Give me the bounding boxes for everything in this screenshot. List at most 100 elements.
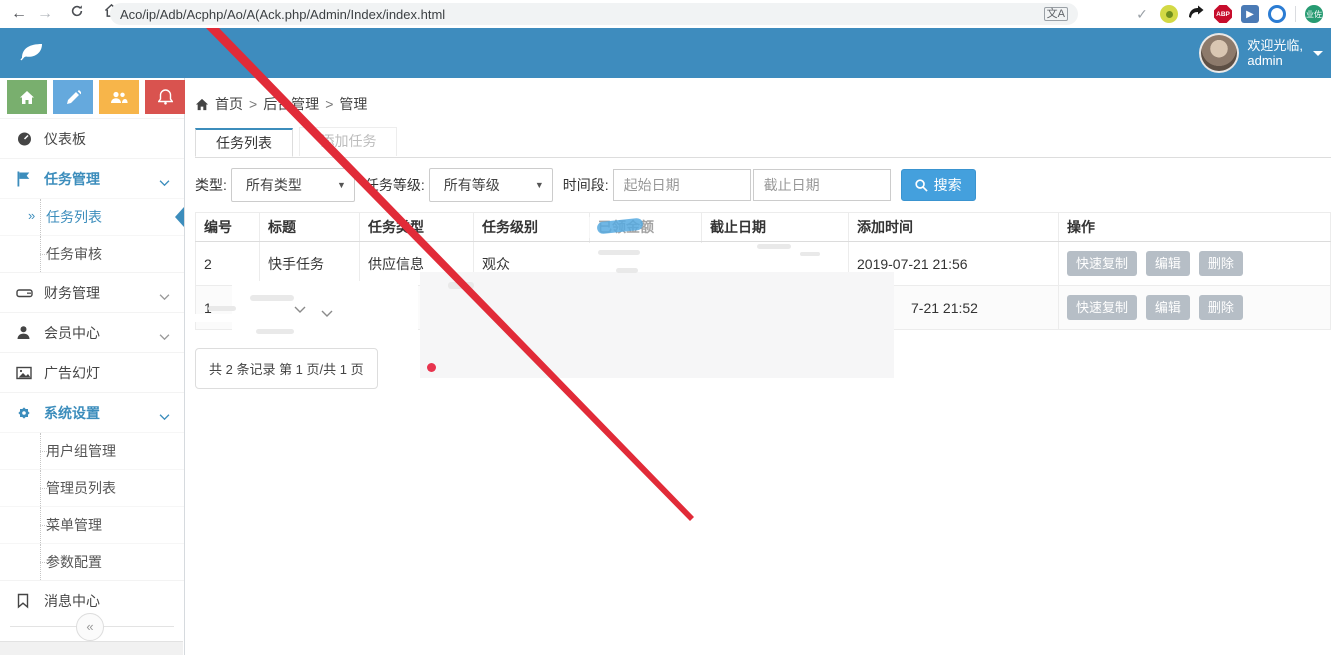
col-header-added: 添加时间 <box>849 213 1059 242</box>
col-header-id: 编号 <box>196 213 260 242</box>
translate-icon[interactable]: 文A <box>1044 7 1068 21</box>
browser-chrome: ← → Aco/ip/Adb/Acphp/Ao/A(Ack.php/Admin/… <box>0 0 1331 28</box>
censor-smudge <box>256 329 294 334</box>
check-extension-icon[interactable]: ✓ <box>1133 5 1151 23</box>
sidebar-item-label: 消息中心 <box>44 591 100 611</box>
sidebar-item-task-list[interactable]: 任务列表 <box>0 198 184 235</box>
cell-id: 2 <box>196 242 260 286</box>
tab-task-list[interactable]: 任务列表 <box>195 128 293 157</box>
censor-smudge <box>448 282 474 289</box>
forward-icon[interactable]: → <box>32 0 58 28</box>
annotation-red-dot <box>427 363 436 372</box>
edit-quick-button[interactable] <box>53 80 93 114</box>
cell-ops: 快速复制 编辑 删除 <box>1059 242 1331 286</box>
censor-patch <box>194 314 236 322</box>
sidebar-item-member-center[interactable]: 会员中心 <box>0 312 184 352</box>
type-select[interactable]: 所有类型 ▼ <box>231 168 355 202</box>
tab-add-task[interactable]: 添加任务 <box>299 127 397 156</box>
censor-smudge <box>208 306 236 311</box>
delete-button[interactable]: 删除 <box>1199 251 1243 276</box>
breadcrumb-home[interactable]: 首页 <box>215 94 243 114</box>
url-bar[interactable]: Aco/ip/Adb/Acphp/Ao/A(Ack.php/Admin/Inde… <box>110 3 1078 25</box>
breadcrumb-level2: 管理 <box>339 94 367 114</box>
avatar[interactable] <box>1199 33 1239 73</box>
bell-icon <box>158 89 173 105</box>
extensions-row: ✓ ABP ▶ 业佐 <box>1133 0 1323 28</box>
curved-arrow-extension-icon[interactable] <box>1187 4 1205 25</box>
censor-smudge <box>757 244 791 249</box>
sidebar-item-label: 广告幻灯 <box>44 363 100 383</box>
chevron-down-remnant-icon <box>320 306 334 324</box>
browser-profile-badge[interactable]: 业佐 <box>1305 5 1323 23</box>
quick-copy-button[interactable]: 快速复制 <box>1067 251 1137 276</box>
sidebar-item-user-groups[interactable]: 用户组管理 <box>0 432 184 469</box>
users-icon <box>110 90 128 105</box>
chevron-down-icon <box>159 288 170 304</box>
breadcrumb-level1[interactable]: 后台管理 <box>263 94 319 114</box>
sidebar-item-finance[interactable]: 财务管理 <box>0 272 184 312</box>
end-date-input[interactable] <box>753 169 891 201</box>
yellow-extension-icon[interactable] <box>1160 5 1178 23</box>
blue-square-extension-icon[interactable]: ▶ <box>1241 5 1259 23</box>
sidebar: 仪表板 任务管理 任务列表 任务审核 财务管理 会员中心 <box>0 78 185 655</box>
image-icon <box>16 366 44 380</box>
sidebar-collapse-row: « <box>0 612 184 642</box>
refresh-icon[interactable] <box>64 0 90 28</box>
chevron-down-icon <box>159 174 170 190</box>
sidebar-footer-strip <box>0 641 183 655</box>
select-arrow-icon: ▼ <box>535 180 544 190</box>
breadcrumb: 首页 > 后台管理 > 管理 <box>195 94 1331 114</box>
delete-button[interactable]: 删除 <box>1199 295 1243 320</box>
leaf-logo-icon[interactable] <box>18 41 46 68</box>
level-select[interactable]: 所有等级 ▼ <box>429 168 553 202</box>
sidebar-item-task-management[interactable]: 任务管理 <box>0 158 184 198</box>
collapse-sidebar-button[interactable]: « <box>76 613 104 641</box>
censor-smudge <box>598 250 640 255</box>
tab-bar: 任务列表 添加任务 <box>195 127 1331 158</box>
chevron-down-icon <box>159 328 170 344</box>
sidebar-item-label: 系统设置 <box>44 403 100 423</box>
start-date-input[interactable] <box>613 169 751 201</box>
sidebar-item-ad-slides[interactable]: 广告幻灯 <box>0 352 184 392</box>
chevron-down-remnant-icon <box>293 302 307 320</box>
edit-button[interactable]: 编辑 <box>1146 295 1190 320</box>
censor-smudge <box>800 252 820 256</box>
sidebar-item-dashboard[interactable]: 仪表板 <box>0 118 184 158</box>
blue-circle-extension-icon[interactable] <box>1268 5 1286 23</box>
screen: ← → Aco/ip/Adb/Acphp/Ao/A(Ack.php/Admin/… <box>0 0 1331 655</box>
users-quick-button[interactable] <box>99 80 139 114</box>
bookmark-icon <box>16 593 44 609</box>
level-filter-label: 任务等级: <box>365 175 425 195</box>
user-menu[interactable]: 欢迎光临, admin <box>1199 33 1323 73</box>
hdd-icon <box>16 286 44 300</box>
col-header-deadline: 截止日期 <box>702 213 849 242</box>
sidebar-item-admin-list[interactable]: 管理员列表 <box>0 469 184 506</box>
time-range-label: 时间段: <box>563 175 609 195</box>
sidebar-item-label: 管理员列表 <box>46 478 116 498</box>
home-quick-button[interactable] <box>7 80 47 114</box>
level-select-value: 所有等级 <box>444 175 500 195</box>
col-header-title: 标题 <box>260 213 360 242</box>
sidebar-item-label: 参数配置 <box>46 552 102 572</box>
sidebar-item-label: 会员中心 <box>44 323 100 343</box>
breadcrumb-separator: > <box>325 96 333 112</box>
search-button[interactable]: 搜索 <box>901 169 976 201</box>
breadcrumb-separator: > <box>249 96 257 112</box>
notifications-quick-button[interactable] <box>145 80 185 114</box>
app-header: 欢迎光临, admin <box>0 28 1331 78</box>
sidebar-item-parameter-config[interactable]: 参数配置 <box>0 543 184 580</box>
sidebar-item-system-settings[interactable]: 系统设置 <box>0 392 184 432</box>
chevron-down-icon <box>1313 51 1323 56</box>
adblock-extension-icon[interactable]: ABP <box>1214 5 1232 23</box>
select-arrow-icon: ▼ <box>337 180 346 190</box>
sidebar-item-task-review[interactable]: 任务审核 <box>0 235 184 272</box>
censor-block <box>420 272 894 378</box>
quick-copy-button[interactable]: 快速复制 <box>1067 295 1137 320</box>
url-text: Aco/ip/Adb/Acphp/Ao/A(Ack.php/Admin/Inde… <box>120 7 1044 22</box>
back-icon[interactable]: ← <box>6 0 32 28</box>
username: admin <box>1247 53 1282 68</box>
home-icon <box>19 90 35 105</box>
edit-button[interactable]: 编辑 <box>1146 251 1190 276</box>
active-item-marker <box>175 207 184 227</box>
sidebar-item-menu-management[interactable]: 菜单管理 <box>0 506 184 543</box>
